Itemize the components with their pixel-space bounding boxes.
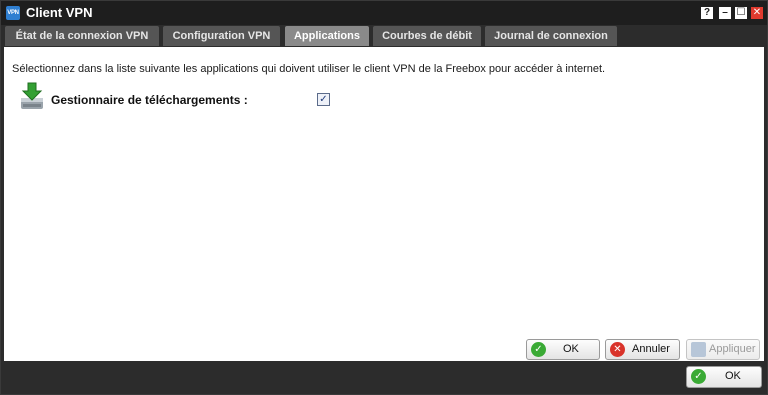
- check-icon: ✓: [531, 342, 546, 357]
- tab-configuration[interactable]: Configuration VPN: [163, 26, 280, 46]
- footer-bar: ✓ OK: [1, 361, 767, 394]
- vpn-app-icon: VPN: [6, 6, 20, 20]
- minimize-button[interactable]: –: [719, 7, 731, 19]
- footer-ok-button[interactable]: ✓ OK: [686, 366, 762, 388]
- tab-journal[interactable]: Journal de connexion: [485, 26, 617, 46]
- tab-courbes-debit[interactable]: Courbes de débit: [373, 26, 481, 46]
- tab-bar: État de la connexion VPN Configuration V…: [1, 25, 767, 47]
- download-manager-checkbox[interactable]: ✓: [317, 93, 330, 106]
- applications-panel: Sélectionnez dans la liste suivante les …: [4, 47, 764, 361]
- close-button[interactable]: ✕: [751, 7, 763, 19]
- intro-text: Sélectionnez dans la liste suivante les …: [12, 63, 606, 75]
- maximize-button[interactable]: ☐: [735, 7, 747, 19]
- title-bar[interactable]: VPN Client VPN ? – ☐ ✕: [1, 1, 767, 25]
- download-manager-icon: [21, 82, 43, 109]
- ok-button[interactable]: ✓ OK: [526, 339, 600, 360]
- apply-button[interactable]: Appliquer: [686, 339, 760, 360]
- save-icon: [691, 342, 706, 357]
- help-button[interactable]: ?: [701, 7, 713, 19]
- client-vpn-window: VPN Client VPN ? – ☐ ✕ État de la connex…: [0, 0, 768, 395]
- check-icon: ✓: [691, 369, 706, 384]
- tab-etat-connexion[interactable]: État de la connexion VPN: [5, 26, 159, 46]
- cancel-icon: ✕: [610, 342, 625, 357]
- tab-applications[interactable]: Applications: [285, 26, 369, 46]
- window-title: Client VPN: [26, 5, 93, 20]
- download-manager-label: Gestionnaire de téléchargements :: [51, 93, 248, 107]
- cancel-button[interactable]: ✕ Annuler: [605, 339, 680, 360]
